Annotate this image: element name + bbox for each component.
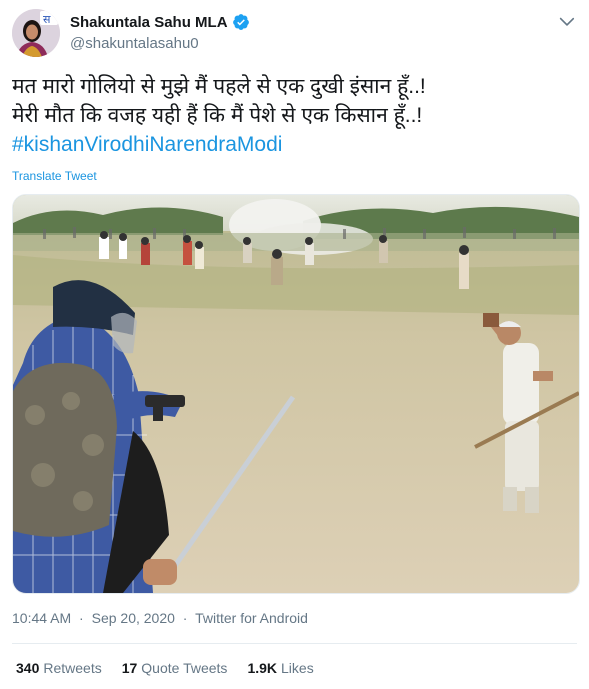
meta-separator: ·	[79, 610, 84, 626]
protest-photo	[13, 195, 579, 593]
quotes-label: Quote Tweets	[141, 660, 228, 676]
tweet-text-line: मत मारो गोलियो से मुझे मैं पहले से एक दु…	[12, 75, 426, 98]
tweet-text-line: मेरी मौत कि वजह यही हैं कि मैं पेशे से ए…	[12, 104, 423, 127]
meta-separator: ·	[182, 610, 188, 626]
verified-badge-icon	[232, 14, 249, 30]
avatar-badge-text: स	[43, 13, 51, 26]
tweet-header: स Shakuntala Sahu MLA @shakuntalasahu0	[0, 0, 589, 64]
name-row: Shakuntala Sahu MLA	[70, 13, 250, 31]
retweets-label: Retweets	[43, 660, 102, 676]
likes-label: Likes	[281, 660, 314, 676]
tweet-date[interactable]: Sep 20, 2020	[92, 610, 175, 626]
divider	[12, 643, 577, 644]
user-handle[interactable]: @shakuntalasahu0	[70, 35, 199, 52]
tweet-photo[interactable]	[12, 194, 580, 594]
avatar-image: स	[12, 9, 60, 57]
tweet-time[interactable]: 10:44 AM	[12, 610, 71, 626]
quote-tweets-stat[interactable]: 17 Quote Tweets	[122, 660, 228, 676]
chevron-down-icon[interactable]	[557, 12, 577, 32]
translate-tweet-link[interactable]: Translate Tweet	[12, 169, 97, 183]
display-name[interactable]: Shakuntala Sahu MLA	[70, 14, 228, 31]
tweet-source[interactable]: Twitter for Android	[195, 610, 308, 626]
quotes-count: 17	[121, 660, 138, 676]
hashtag-link[interactable]: #kishanVirodhiNarendraModi	[12, 133, 282, 157]
tweet-text: मत मारो गोलियो से मुझे मैं पहले से एक दु…	[12, 72, 577, 130]
tweet-meta: 10:44 AM · Sep 20, 2020 · Twitter for An…	[12, 610, 312, 626]
avatar[interactable]: स	[12, 9, 60, 57]
retweets-count: 340	[16, 660, 40, 676]
likes-count: 1.9K	[247, 660, 278, 676]
tweet-stats: 340 Retweets 17 Quote Tweets 1.9K Likes	[16, 660, 314, 676]
likes-stat[interactable]: 1.9K Likes	[247, 660, 313, 676]
retweets-stat[interactable]: 340 Retweets	[16, 660, 102, 676]
